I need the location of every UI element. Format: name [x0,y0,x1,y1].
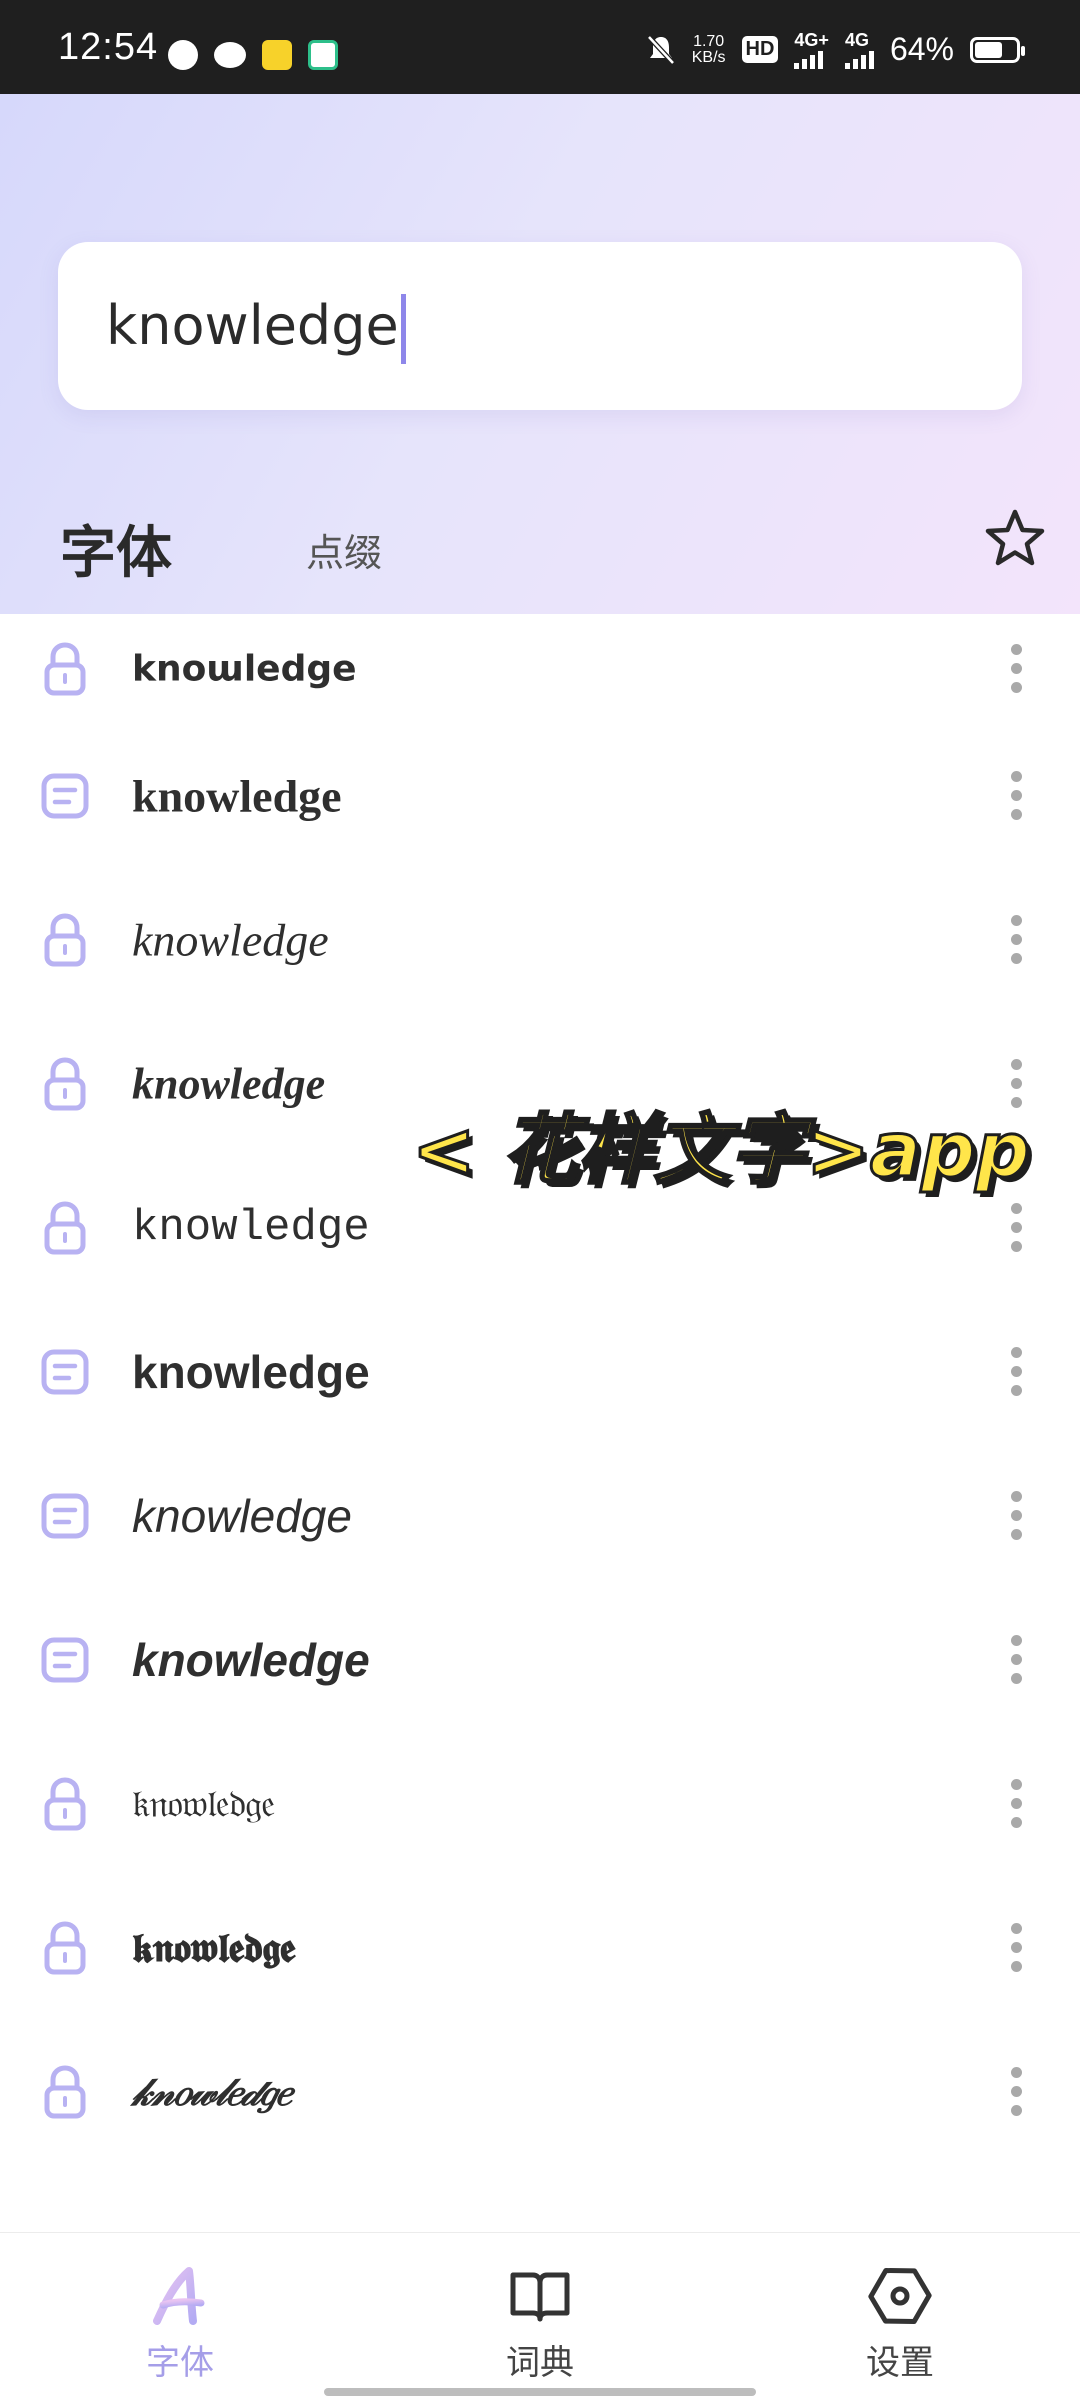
font-sample: knowledge [132,770,342,822]
tab-decorations-label: 点缀 [306,531,383,575]
tab-decorations[interactable]: 点缀 [306,522,382,577]
notification-icons [168,40,338,70]
wechat-icon [214,42,246,68]
nav-settings[interactable]: 设置 [800,2263,1000,2384]
font-row[interactable]: knowledge [0,1300,1080,1444]
signal-bars-icon [794,51,824,69]
search-input-value[interactable]: knowledge [106,294,406,365]
font-sample: knowledge [132,914,329,966]
font-row[interactable]: knowledge [0,1588,1080,1732]
font-row[interactable]: knowledge [0,1444,1080,1588]
free-font-icon [38,1486,92,1546]
font-row[interactable]: 𝓀𝓃𝑜𝓌𝓁𝑒𝒹𝑔𝑒 [0,2020,1080,2164]
font-row[interactable]: knowledge [0,868,1080,1012]
hd-badge: HD [741,36,779,63]
signal-bars-icon [844,51,874,69]
font-sample: 𝖐𝖓𝖔𝖜𝖑𝖊𝖉𝖌𝖊 [132,1924,295,1972]
lock-icon [38,2062,92,2122]
font-sample: 𝔨𝔫𝔬𝔴𝔩𝔢𝔡𝔤𝔢 [132,1781,275,1826]
status-indicators: 1.70 KB/s HD 4G+ 4G 64% [646,30,1025,69]
settings-hexagon-icon [868,2268,932,2324]
battery-percent: 64% [889,31,954,67]
battery-icon [970,36,1025,63]
overlay-caption: < 花样文字>app [411,1104,1032,1196]
nav-dictionary[interactable]: 词典 [440,2263,640,2384]
mute-bell-icon [646,34,675,65]
free-font-icon [38,766,92,826]
font-sample: knowledge [132,1634,370,1686]
font-a-icon [153,2267,205,2325]
lock-icon [38,1054,92,1114]
font-row[interactable]: knowledge [0,724,1080,868]
network-speed: 1.70 KB/s [691,32,726,66]
more-options-icon[interactable] [1004,910,1028,970]
bottom-nav: 字体 词典 设置 [0,2232,1080,2401]
nav-fonts-label: 字体 [146,2343,214,2383]
more-options-icon[interactable] [1004,1342,1028,1402]
network-type-2: 4G [844,30,869,50]
network-speed-unit: KB/s [691,48,726,66]
lock-icon [38,1918,92,1978]
font-row[interactable]: 𝔨𝔫𝔬𝔴𝔩𝔢𝔡𝔤𝔢 [0,1732,1080,1876]
home-indicator[interactable] [324,2388,756,2396]
network-type-1: 4G+ [794,30,829,50]
book-icon [510,2272,570,2322]
tab-fonts[interactable]: 字体 [60,508,180,591]
more-options-icon[interactable] [1004,766,1028,826]
font-sample: knowledge [132,1490,352,1542]
network-speed-value: 1.70 [693,32,725,50]
font-row[interactable]: knoɯledge [0,614,1080,724]
signal-1: 4G+ [794,30,829,69]
font-sample: knowledge [132,1346,370,1398]
status-bar: 12:54 1.70 KB/s HD 4G+ 4G 64% [0,0,1080,94]
font-sample: knowledge [132,1059,326,1109]
nav-settings-label: 设置 [866,2343,934,2383]
more-options-icon[interactable] [1004,2062,1028,2122]
lock-icon [38,639,92,699]
more-options-icon[interactable] [1004,1486,1028,1546]
font-row[interactable]: 𝖐𝖓𝖔𝖜𝖑𝖊𝖉𝖌𝖊 [0,1876,1080,2020]
status-time: 12:54 [58,26,159,68]
sync-app-icon [308,40,338,70]
font-sample: 𝓀𝓃𝑜𝓌𝓁𝑒𝒹𝑔𝑒 [132,2069,291,2114]
app-notification-icon [262,40,292,70]
font-sample: knowledge [132,1203,370,1253]
more-options-icon[interactable] [1004,1774,1028,1834]
globe-icon [168,40,198,70]
text-caret [400,294,406,365]
nav-fonts[interactable]: 字体 [80,2263,280,2384]
search-input[interactable]: knowledge [58,242,1022,410]
free-font-icon [38,1630,92,1690]
search-text: knowledge [106,294,399,357]
lock-icon [38,1198,92,1258]
font-list: knoɯledge knowledge knowledge knowledge … [0,614,1080,2164]
more-options-icon[interactable] [1004,1630,1028,1690]
more-options-icon[interactable] [1004,1198,1028,1258]
favorite-star-icon[interactable] [982,506,1048,572]
more-options-icon[interactable] [1004,639,1028,699]
lock-icon [38,910,92,970]
signal-2: 4G [844,30,874,69]
tab-fonts-label: 字体 [60,521,172,586]
free-font-icon [38,1342,92,1402]
header: knowledge 字体 点缀 [0,94,1080,614]
font-sample: knoɯledge [132,648,357,690]
more-options-icon[interactable] [1004,1918,1028,1978]
lock-icon [38,1774,92,1834]
nav-dictionary-label: 词典 [506,2343,574,2383]
